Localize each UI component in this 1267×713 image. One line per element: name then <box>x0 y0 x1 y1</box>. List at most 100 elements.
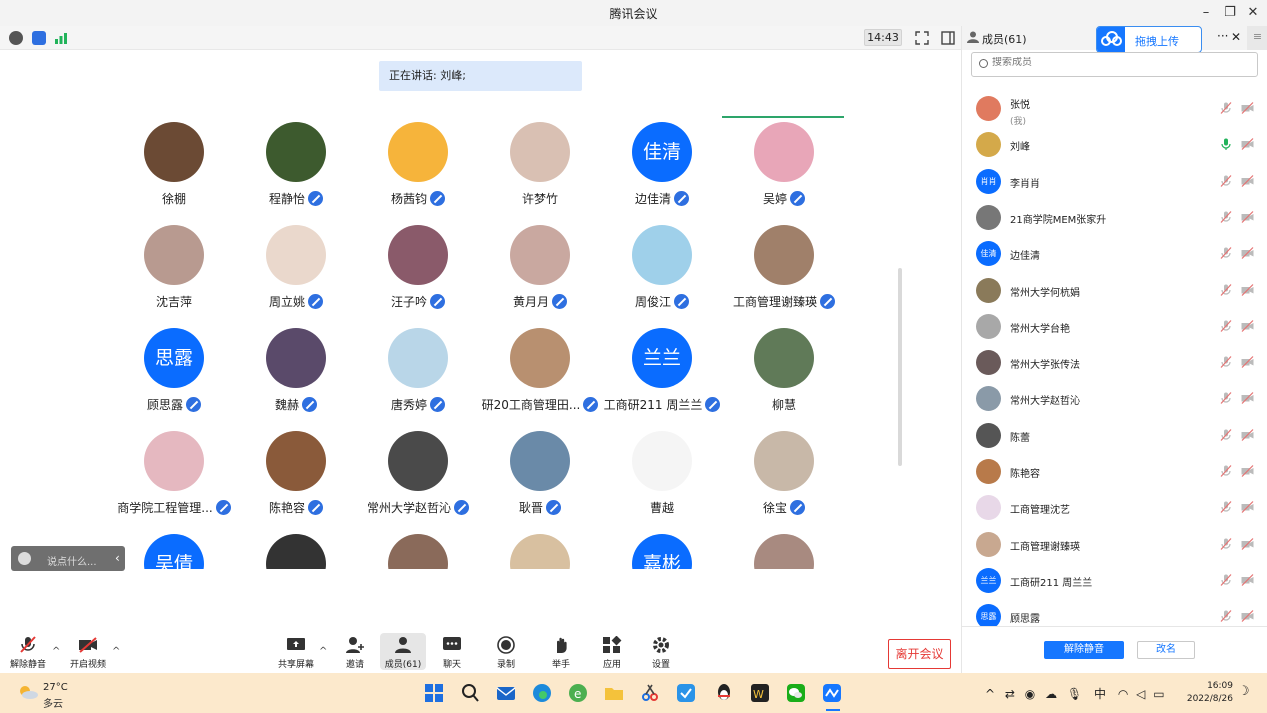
camera-off-icon[interactable] <box>1241 465 1254 477</box>
camera-off-icon[interactable] <box>1241 247 1254 260</box>
chat-button[interactable]: 聊天 <box>429 636 475 670</box>
participant-tile[interactable]: 汪子吟 <box>348 203 488 309</box>
participant-tile[interactable]: 思露 顾思露 <box>104 306 244 412</box>
windows-start-icon[interactable] <box>424 683 444 703</box>
ime-indicator[interactable]: 中 <box>1094 687 1106 701</box>
camera-off-icon[interactable] <box>1241 573 1254 586</box>
signal-icon[interactable] <box>54 31 68 45</box>
moon-icon[interactable]: ☽ <box>1238 684 1250 699</box>
participant-tile[interactable]: 周立姚 <box>226 203 366 309</box>
camera-off-icon[interactable] <box>1241 283 1254 296</box>
member-row[interactable]: 21商学院MEM张家升 <box>962 200 1267 236</box>
qq-tray-icon[interactable]: ◉ <box>1025 687 1035 701</box>
menu-icon[interactable]: ≡ <box>1247 26 1267 50</box>
invite-button[interactable]: 邀请 <box>332 636 378 670</box>
participant-tile[interactable]: 耿晋 <box>470 409 610 515</box>
camera-off-icon[interactable] <box>1241 319 1254 332</box>
camera-off-icon[interactable] <box>1241 537 1254 550</box>
apps-button[interactable]: 应用 <box>589 636 635 670</box>
camera-off-icon[interactable] <box>1241 174 1254 187</box>
mic-muted-icon[interactable] <box>1220 174 1232 187</box>
participant-tile[interactable]: 研20工商管理田... <box>470 306 610 412</box>
mic-muted-icon[interactable] <box>1220 501 1232 514</box>
minimize-button[interactable]: – <box>1196 4 1216 22</box>
participant-tile[interactable] <box>470 512 610 569</box>
record-button[interactable]: 录制 <box>483 636 529 670</box>
start-video-button[interactable]: 开启视频 <box>65 636 111 670</box>
participant-tile[interactable]: 杨茜钧 <box>348 100 488 206</box>
camera-off-icon[interactable] <box>1241 138 1254 151</box>
snipping-tool-icon[interactable] <box>640 683 660 703</box>
participant-tile[interactable]: 沈吉萍 <box>104 203 244 309</box>
more-icon[interactable]: ··· <box>1217 29 1228 43</box>
member-row[interactable]: 陈蕾 <box>962 418 1267 454</box>
chevron-left-icon[interactable]: ‹ <box>115 551 120 565</box>
security-shield-icon[interactable] <box>32 31 46 45</box>
chevron-up-icon[interactable]: ^ <box>985 687 995 701</box>
camera-off-icon[interactable] <box>1241 428 1254 441</box>
edge-browser-icon[interactable] <box>532 683 552 703</box>
mic-muted-icon[interactable] <box>1220 610 1232 623</box>
fullscreen-icon[interactable] <box>915 31 929 45</box>
network-switch-icon[interactable]: ⇄ <box>1005 687 1015 701</box>
member-row[interactable]: 肖肖 李肖肖 <box>962 164 1267 200</box>
member-row[interactable]: 常州大学何杭娟 <box>962 273 1267 309</box>
chevron-up-icon[interactable]: ^ <box>52 646 60 657</box>
member-row[interactable]: 工商管理沈艺 <box>962 490 1267 526</box>
share-screen-button[interactable]: 共享屏幕 <box>273 636 319 670</box>
unmute-button[interactable]: 解除静音 <box>5 636 51 670</box>
tencent-meeting-icon[interactable] <box>822 683 842 703</box>
camera-off-icon[interactable] <box>1241 501 1254 514</box>
member-row[interactable]: 佳清 边佳清 <box>962 236 1267 272</box>
participant-tile[interactable]: 徐棚 <box>104 100 244 206</box>
browser-e-icon[interactable]: e <box>568 683 588 703</box>
member-row[interactable]: 张悦 (我) <box>962 91 1267 127</box>
member-row[interactable]: 刘峰 <box>962 127 1267 163</box>
participant-tile[interactable]: 吴婷 <box>714 100 854 206</box>
close-window-button[interactable]: ✕ <box>1243 4 1263 22</box>
mic-muted-icon[interactable] <box>1220 392 1232 405</box>
wps-icon[interactable]: W <box>750 683 770 703</box>
member-row[interactable]: 常州大学台艳 <box>962 309 1267 345</box>
member-row[interactable]: 常州大学张传法 <box>962 345 1267 381</box>
camera-off-icon[interactable] <box>1241 356 1254 369</box>
mic-muted-icon[interactable] <box>1220 210 1232 223</box>
gallery-scrollbar[interactable] <box>898 268 902 466</box>
taskbar-clock[interactable]: 16:09 2022/8/26 <box>1183 680 1233 706</box>
participant-tile[interactable]: 兰兰 工商研211 周兰兰 <box>592 306 732 412</box>
search-icon[interactable] <box>460 683 480 703</box>
mic-on-icon[interactable] <box>1220 138 1232 151</box>
raise-hand-button[interactable]: 举手 <box>538 636 584 670</box>
unmute-all-button[interactable]: 解除静音 <box>1044 641 1124 659</box>
mic-muted-icon[interactable] <box>1220 428 1232 441</box>
participant-tile[interactable]: 许梦竹 <box>470 100 610 206</box>
participant-tile[interactable]: 佳清 边佳清 <box>592 100 732 206</box>
camera-off-icon[interactable] <box>1241 210 1254 223</box>
member-row[interactable]: 陈艳容 <box>962 454 1267 490</box>
member-row[interactable]: 常州大学赵哲沁 <box>962 381 1267 417</box>
participant-tile[interactable]: 程静怡 <box>226 100 366 206</box>
member-row[interactable]: 兰兰 工商研211 周兰兰 <box>962 563 1267 599</box>
participant-tile[interactable]: 唐秀婷 <box>348 306 488 412</box>
participant-tile[interactable]: 徐宝 <box>714 409 854 515</box>
participant-tile[interactable]: 常州大学赵哲沁 <box>348 409 488 515</box>
mic-muted-icon[interactable] <box>1220 319 1232 332</box>
restore-button[interactable]: ❐ <box>1220 4 1240 22</box>
participant-tile[interactable]: 嘉彬 <box>592 512 732 569</box>
participant-tile[interactable]: 黄月月 <box>470 203 610 309</box>
mic-muted-icon[interactable] <box>1220 356 1232 368</box>
participant-tile[interactable] <box>226 512 366 569</box>
microphone-tray-icon[interactable]: 🎙 <box>1067 687 1082 701</box>
camera-off-icon[interactable] <box>1241 392 1254 405</box>
file-explorer-icon[interactable] <box>604 683 624 703</box>
camera-off-icon[interactable] <box>1241 610 1254 623</box>
qq-icon[interactable] <box>714 683 734 703</box>
chat-input-pill[interactable]: 说点什么... ‹ <box>11 546 125 571</box>
settings-button[interactable]: 设置 <box>638 636 684 670</box>
participant-tile[interactable]: 魏赫 <box>226 306 366 412</box>
info-icon[interactable] <box>9 31 23 45</box>
participant-tile[interactable] <box>714 512 854 569</box>
drag-upload-widget[interactable]: 拖拽上传 <box>1096 26 1202 53</box>
close-panel-icon[interactable]: ✕ <box>1231 30 1241 44</box>
chevron-up-icon[interactable]: ^ <box>319 646 327 657</box>
